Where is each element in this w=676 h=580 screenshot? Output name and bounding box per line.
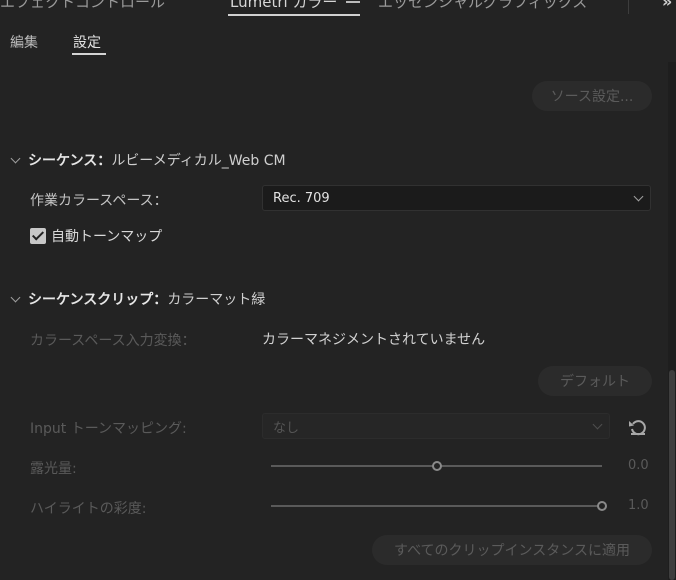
exposure-value[interactable]: 0.0 [628, 458, 649, 473]
chevron-down-icon [592, 419, 603, 430]
exposure-slider-knob[interactable] [431, 461, 442, 471]
input-tonemapping-select[interactable]: なし [262, 413, 610, 439]
working-color-space-select[interactable]: Rec. 709 [262, 185, 651, 211]
highlight-saturation-label: ハイライトの彩度: [30, 501, 147, 517]
subtab-settings[interactable]: 設定 [73, 32, 101, 52]
sequence-heading: シーケンス： [28, 153, 112, 169]
auto-tonemap-row[interactable]: 自動トーンマップ [30, 226, 162, 246]
highlight-saturation-slider-track[interactable] [271, 505, 602, 507]
overflow-chevron-icon[interactable]: » [662, 0, 672, 11]
source-settings-button[interactable]: ソース設定... [532, 81, 652, 111]
chevron-down-icon [633, 191, 644, 202]
exposure-label: 露光量: [30, 461, 77, 477]
auto-tonemap-label: 自動トーンマップ [51, 229, 163, 245]
input-tonemapping-value: なし [273, 420, 300, 436]
panel-tab-bar: エフェクトコントロール Lumetri カラー エッセンシャルグラフィックス » [0, 0, 676, 20]
tab-essential-graphics[interactable]: エッセンシャルグラフィックス [378, 0, 587, 12]
tab-separator [628, 0, 629, 14]
apply-all-instances-button[interactable]: すべてのクリップインスタンスに適用 [372, 535, 652, 565]
input-tonemapping-label: Input トーンマッピング: [30, 421, 187, 437]
highlight-saturation-value[interactable]: 1.0 [628, 498, 649, 513]
input-conversion-label: カラースペース入力変換： [30, 333, 196, 349]
auto-tonemap-checkbox[interactable] [30, 228, 46, 244]
sequence-clip-name: カラーマット緑 [167, 292, 266, 308]
sequence-clip-heading: シーケンスクリップ： [28, 292, 168, 308]
highlight-saturation-slider-knob[interactable] [597, 501, 607, 511]
sequence-section-header[interactable]: シーケンス： ルビーメディカル_Web CM [10, 150, 286, 170]
chevron-down-icon [10, 292, 21, 302]
tab-effect-controls[interactable]: エフェクトコントロール [0, 0, 165, 12]
reset-icon[interactable] [628, 417, 648, 437]
scrollbar-thumb[interactable] [669, 370, 675, 580]
input-conversion-status: カラーマネジメントされていません [262, 332, 486, 348]
working-color-space-label: 作業カラースペース： [30, 193, 168, 209]
chevron-down-icon [10, 153, 21, 163]
active-subtab-indicator [72, 53, 106, 55]
sequence-name: ルビーメディカル_Web CM [111, 153, 286, 169]
subtab-edit[interactable]: 編集 [10, 32, 38, 52]
panel-menu-icon[interactable] [346, 0, 360, 8]
tab-lumetri-color[interactable]: Lumetri カラー [230, 0, 337, 12]
default-button[interactable]: デフォルト [538, 366, 652, 396]
active-tab-indicator [228, 14, 360, 16]
working-color-space-value: Rec. 709 [273, 190, 330, 206]
sequence-clip-section-header[interactable]: シーケンスクリップ： カラーマット緑 [10, 289, 265, 309]
